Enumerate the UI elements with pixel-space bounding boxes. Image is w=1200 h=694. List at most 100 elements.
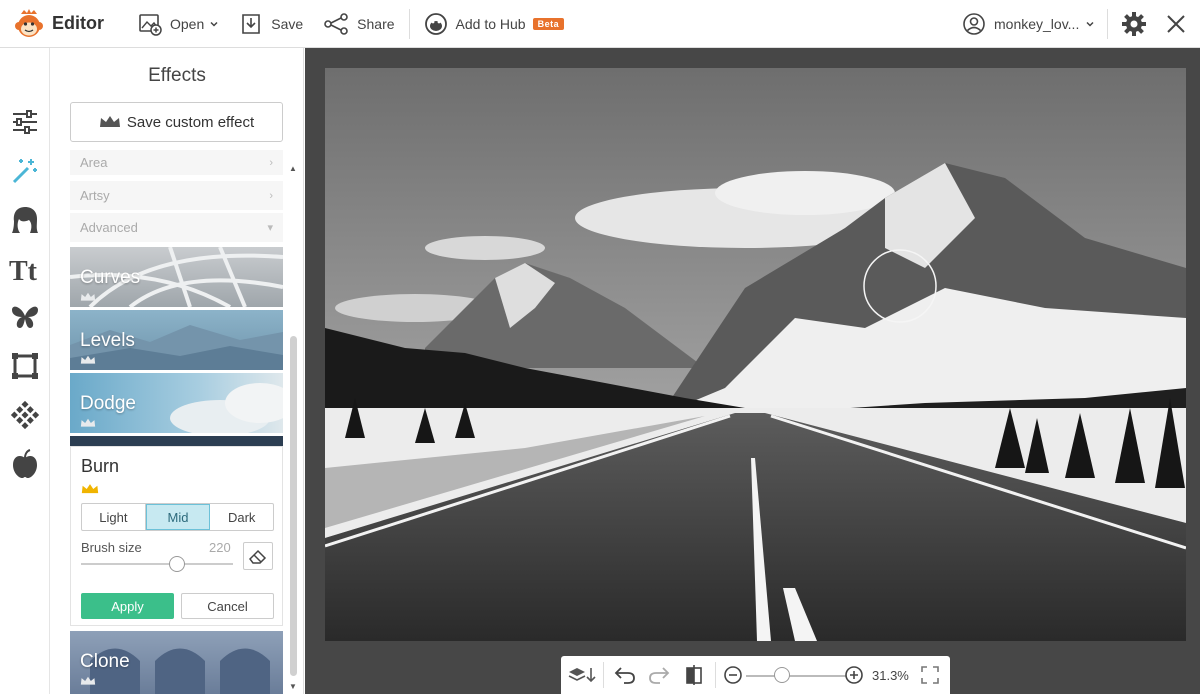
chevron-down-icon: ▾ — [267, 222, 273, 234]
save-custom-effect-button[interactable]: Save custom effect — [70, 102, 283, 142]
save-label: Save — [271, 15, 304, 32]
panel-scrollbar[interactable] — [290, 336, 297, 676]
share-button[interactable]: Share — [313, 0, 404, 48]
chevron-down-icon — [1086, 21, 1094, 27]
effect-tile-levels[interactable]: Levels — [70, 310, 283, 370]
open-label: Open — [170, 15, 205, 32]
crown-icon — [80, 418, 96, 427]
chevron-right-icon: › — [269, 156, 273, 169]
beta-badge: Beta — [532, 17, 565, 30]
svg-text:Tt: Tt — [9, 256, 38, 283]
category-label: Advanced — [80, 220, 138, 235]
brush-size-slider[interactable] — [81, 563, 233, 565]
toolbar-divider — [603, 662, 604, 688]
apply-button[interactable]: Apply — [81, 593, 174, 619]
open-button[interactable]: Open — [128, 0, 229, 48]
layers-order-icon[interactable] — [567, 665, 597, 685]
mountain-road-photo — [325, 68, 1186, 641]
rail-seasonal[interactable] — [9, 448, 41, 480]
text-tt-icon: Tt — [9, 256, 38, 283]
share-label: Share — [357, 15, 395, 32]
burn-mode-selector: Light Mid Dark — [81, 503, 274, 531]
eraser-button[interactable] — [243, 542, 273, 570]
zoom-level: 31.3% — [872, 668, 909, 683]
tile-label: Clone — [80, 651, 130, 672]
share-icon — [324, 12, 348, 35]
rail-graphics[interactable] — [9, 301, 41, 333]
face-icon — [12, 207, 38, 233]
category-advanced[interactable]: Advanced ▾ — [70, 213, 283, 243]
bottom-toolbar: 31.3% — [561, 656, 950, 694]
chevron-right-icon: › — [269, 189, 273, 202]
category-label: Area — [80, 155, 108, 170]
scroll-down-arrow-icon[interactable]: ▼ — [289, 682, 297, 691]
frame-icon — [12, 353, 38, 379]
eraser-icon — [249, 549, 267, 564]
monkey-logo-icon — [15, 8, 43, 37]
category-area[interactable]: Area › — [70, 150, 283, 176]
brush-size-label: Brush size — [81, 540, 142, 555]
rail-adjustments[interactable] — [9, 106, 41, 138]
canvas-photo[interactable] — [325, 68, 1186, 641]
app-name: Editor — [52, 13, 104, 33]
zoom-in-icon[interactable] — [844, 665, 864, 685]
fit-screen-icon[interactable] — [920, 665, 940, 685]
sliders-icon — [13, 110, 37, 134]
rail-touch-up[interactable] — [9, 204, 41, 236]
burn-title: Burn — [81, 456, 120, 476]
crown-icon — [81, 484, 99, 494]
zoom-out-icon[interactable] — [723, 665, 743, 685]
category-artsy[interactable]: Artsy › — [70, 181, 283, 211]
toolbar-divider — [408, 8, 410, 39]
add-to-hub-button[interactable]: Add to Hub Beta — [414, 0, 575, 48]
cancel-button[interactable]: Cancel — [181, 593, 274, 619]
burn-tile-strip — [70, 436, 283, 446]
crown-icon — [80, 292, 96, 301]
undo-icon[interactable] — [613, 665, 637, 685]
user-menu[interactable]: monkey_lov... — [962, 0, 1095, 48]
crown-icon — [80, 355, 96, 364]
mode-light-button[interactable]: Light — [82, 504, 146, 530]
username: monkey_lov... — [994, 16, 1080, 32]
brush-size-slider-handle[interactable] — [169, 556, 185, 572]
butterfly-icon — [12, 306, 38, 328]
tile-label: Dodge — [80, 393, 136, 414]
chevron-down-icon — [210, 21, 218, 27]
zoom-slider[interactable] — [746, 675, 846, 677]
rail-frames[interactable] — [9, 350, 41, 382]
texture-diamond-icon — [10, 400, 40, 430]
save-download-icon — [242, 13, 261, 34]
effect-tile-dodge[interactable]: Dodge — [70, 373, 283, 433]
effect-tile-curves[interactable]: Curves — [70, 247, 283, 307]
tile-label: Levels — [80, 330, 135, 351]
toolbar-divider — [1107, 9, 1108, 39]
tile-label: Curves — [80, 267, 141, 288]
crown-icon — [80, 676, 96, 685]
zoom-slider-handle[interactable] — [774, 667, 790, 683]
open-image-icon — [139, 13, 162, 36]
toolbar-divider — [715, 662, 716, 688]
rail-textures[interactable] — [9, 399, 41, 431]
apple-icon — [13, 449, 37, 478]
save-custom-label: Save custom effect — [126, 113, 255, 131]
app-logo[interactable]: Editor — [0, 7, 120, 41]
brush-size-value: 220 — [209, 540, 231, 555]
tool-rail: Tt — [0, 48, 50, 694]
hub-monkey-icon — [424, 12, 447, 35]
compare-icon[interactable] — [685, 665, 703, 685]
scroll-up-arrow-icon[interactable]: ▲ — [289, 164, 297, 173]
top-bar: Editor Open Save Share Add to Hub Beta m… — [0, 0, 1200, 48]
category-label: Artsy — [80, 188, 110, 203]
user-avatar-icon — [963, 13, 985, 35]
hub-label: Add to Hub — [455, 15, 526, 32]
effects-panel: Effects Save custom effect Area › Artsy … — [50, 48, 304, 694]
close-icon[interactable] — [1164, 12, 1188, 36]
rail-text[interactable]: Tt — [9, 253, 41, 285]
mode-dark-button[interactable]: Dark — [210, 504, 273, 530]
redo-icon[interactable] — [647, 665, 671, 685]
save-button[interactable]: Save — [229, 0, 313, 48]
settings-gear-icon[interactable] — [1120, 10, 1148, 38]
effect-tile-clone[interactable]: Clone — [70, 631, 283, 694]
mode-mid-button[interactable]: Mid — [145, 504, 211, 530]
rail-effects[interactable] — [9, 155, 41, 187]
